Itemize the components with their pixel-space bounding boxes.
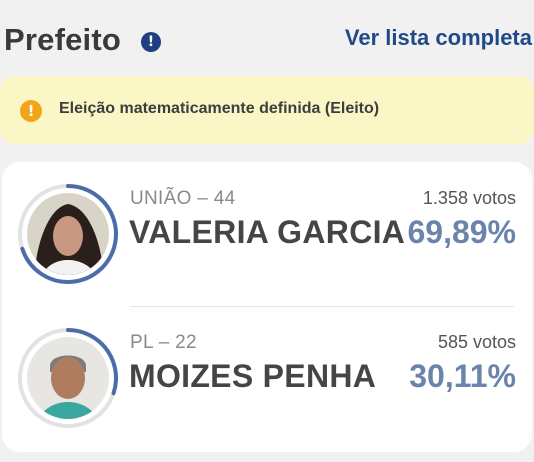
candidate-votes: 1.358 votos <box>422 188 516 208</box>
candidate-percent: 69,89% <box>407 214 516 250</box>
candidate-photo <box>27 337 109 419</box>
warning-icon: ! <box>20 100 42 122</box>
full-list-link[interactable]: Ver lista completa <box>345 25 532 51</box>
header: Prefeito ! Ver lista completa <box>0 0 534 76</box>
results-card: UNIÃO – 44 VALERIA GARCIA 1.358 votos 69… <box>2 162 532 452</box>
info-icon[interactable]: ! <box>141 32 161 52</box>
divider <box>130 306 514 307</box>
candidate-row[interactable]: UNIÃO – 44 VALERIA GARCIA 1.358 votos 69… <box>2 182 532 302</box>
page-title: Prefeito <box>4 22 122 57</box>
candidate-photo <box>27 193 109 275</box>
candidate-party: UNIÃO – 44 <box>130 188 236 209</box>
candidate-name: VALERIA GARCIA <box>129 214 406 250</box>
candidate-avatar <box>18 328 118 428</box>
candidate-avatar <box>18 184 118 284</box>
election-status-alert: ! Eleição matematicamente definida (Elei… <box>0 76 534 144</box>
candidate-percent: 30,11% <box>409 358 516 394</box>
candidate-name: MOIZES PENHA <box>129 358 377 394</box>
candidate-party: PL – 22 <box>130 332 197 353</box>
candidate-row[interactable]: PL – 22 MOIZES PENHA 585 votos 30,11% <box>2 326 532 446</box>
candidate-votes: 585 votos <box>437 332 516 352</box>
alert-text: Eleição matematicamente definida (Eleito… <box>59 100 380 117</box>
